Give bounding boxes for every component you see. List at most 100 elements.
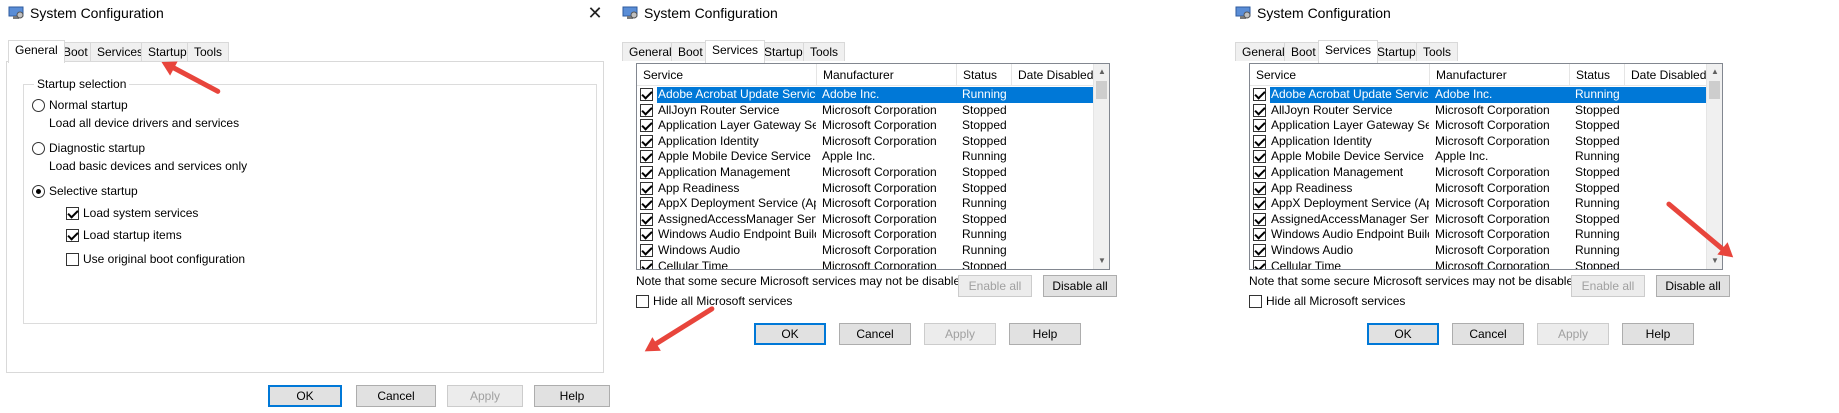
list-item[interactable]: App Readiness Microsoft Corporation Stoppe… (1250, 181, 1706, 197)
apply-button[interactable]: Apply (924, 323, 996, 345)
service-checkbox[interactable] (640, 165, 653, 179)
list-item[interactable]: Adobe Acrobat Update Service Adobe Inc. Ru… (1250, 87, 1706, 103)
list-item[interactable]: Application Management Microsoft Corporat… (1250, 165, 1706, 181)
tab-tools[interactable]: Tools (1416, 42, 1459, 62)
scroll-thumb[interactable] (1096, 81, 1107, 99)
service-checkbox[interactable] (640, 150, 653, 164)
enable-all-button[interactable]: Enable all (958, 275, 1032, 297)
scroll-down-icon[interactable]: ▼ (1094, 253, 1109, 269)
ok-button[interactable]: OK (268, 385, 342, 407)
ok-button[interactable]: OK (754, 323, 826, 345)
hide-microsoft-services-checkbox[interactable] (636, 295, 649, 308)
service-checkbox[interactable] (640, 197, 653, 211)
use-original-boot-label[interactable]: Use original boot configuration (83, 252, 245, 266)
list-item[interactable]: Adobe Acrobat Update Service Adobe Inc. Ru… (637, 87, 1093, 103)
help-button[interactable]: Help (1622, 323, 1694, 345)
list-item[interactable]: Windows Audio Microsoft Corporation Runnin… (637, 243, 1093, 259)
service-checkbox[interactable] (1253, 181, 1266, 195)
service-checkbox[interactable] (640, 259, 653, 269)
tab-boot[interactable]: Boot (1284, 42, 1323, 62)
service-checkbox[interactable] (640, 88, 653, 101)
service-checkbox[interactable] (1253, 259, 1266, 269)
list-item[interactable]: Windows Audio Endpoint Builder Microsoft … (1250, 227, 1706, 243)
cancel-button[interactable]: Cancel (839, 323, 911, 345)
tab-services[interactable]: Services (705, 40, 766, 63)
apply-button[interactable]: Apply (447, 385, 523, 407)
diagnostic-startup-label[interactable]: Diagnostic startup (49, 141, 145, 155)
use-original-boot-checkbox[interactable] (66, 253, 79, 266)
cancel-button[interactable]: Cancel (1452, 323, 1524, 345)
column-header-status[interactable]: Status (1570, 64, 1625, 86)
apply-button[interactable]: Apply (1537, 323, 1609, 345)
close-icon[interactable]: ✕ (584, 3, 606, 25)
service-checkbox[interactable] (1253, 212, 1266, 226)
services-list[interactable]: Service Manufacturer Status Date Disable… (636, 63, 1110, 270)
list-item[interactable]: AssignedAccessManager Service Microsoft C… (637, 212, 1093, 228)
selective-startup-radio[interactable] (32, 185, 45, 198)
list-item[interactable]: Apple Mobile Device Service Apple Inc. Run… (637, 149, 1093, 165)
service-checkbox[interactable] (640, 228, 653, 242)
service-checkbox[interactable] (640, 103, 653, 117)
enable-all-button[interactable]: Enable all (1571, 275, 1645, 297)
help-button[interactable]: Help (534, 385, 610, 407)
list-item[interactable]: App Readiness Microsoft Corporation Stoppe… (637, 181, 1093, 197)
list-item[interactable]: AppX Deployment Service (AppX... Microsof… (1250, 196, 1706, 212)
column-header-manufacturer[interactable]: Manufacturer (1430, 64, 1570, 86)
help-button[interactable]: Help (1009, 323, 1081, 345)
service-checkbox[interactable] (1253, 243, 1266, 257)
service-checkbox[interactable] (1253, 228, 1266, 242)
vertical-scrollbar[interactable]: ▲ ▼ (1093, 64, 1109, 269)
ok-button[interactable]: OK (1367, 323, 1439, 345)
list-item[interactable]: Application Management Microsoft Corporat… (637, 165, 1093, 181)
column-header-status[interactable]: Status (957, 64, 1012, 86)
tab-tools[interactable]: Tools (187, 42, 230, 62)
disable-all-button[interactable]: Disable all (1043, 275, 1117, 297)
list-item[interactable]: Apple Mobile Device Service Apple Inc. Run… (1250, 149, 1706, 165)
hide-microsoft-services-checkbox[interactable] (1249, 295, 1262, 308)
load-startup-items-checkbox[interactable] (66, 229, 79, 242)
column-header-service[interactable]: Service (1250, 64, 1430, 86)
list-item[interactable]: Windows Audio Microsoft Corporation Runnin… (1250, 243, 1706, 259)
service-checkbox[interactable] (1253, 150, 1266, 164)
scroll-up-icon[interactable]: ▲ (1707, 64, 1722, 80)
scroll-up-icon[interactable]: ▲ (1094, 64, 1109, 80)
cancel-button[interactable]: Cancel (356, 385, 436, 407)
normal-startup-radio[interactable] (32, 99, 45, 112)
hide-microsoft-services-label[interactable]: Hide all Microsoft services (653, 294, 792, 308)
service-checkbox[interactable] (1253, 119, 1266, 133)
service-checkbox[interactable] (1253, 103, 1266, 117)
list-item[interactable]: AllJoyn Router Service Microsoft Corporat… (1250, 103, 1706, 119)
selective-startup-label[interactable]: Selective startup (49, 184, 138, 198)
service-checkbox[interactable] (640, 243, 653, 257)
tab-general[interactable]: General (8, 40, 65, 63)
service-checkbox[interactable] (1253, 134, 1266, 148)
diagnostic-startup-radio[interactable] (32, 142, 45, 155)
disable-all-button[interactable]: Disable all (1656, 275, 1730, 297)
tab-boot[interactable]: Boot (671, 42, 710, 62)
column-header-date-disabled[interactable]: Date Disabled (1012, 64, 1095, 86)
list-item[interactable]: Application Layer Gateway Service Microso… (637, 118, 1093, 134)
load-system-services-label[interactable]: Load system services (83, 206, 198, 220)
list-item[interactable]: AppX Deployment Service (AppX... Microsof… (637, 196, 1093, 212)
hide-microsoft-services-label[interactable]: Hide all Microsoft services (1266, 294, 1405, 308)
list-item[interactable]: Application Identity Microsoft Corporatio… (1250, 134, 1706, 150)
service-checkbox[interactable] (640, 212, 653, 226)
column-header-date-disabled[interactable]: Date Disabled (1625, 64, 1708, 86)
list-item[interactable]: Cellular Time Microsoft Corporation Stoppe… (637, 259, 1093, 269)
list-item[interactable]: Application Layer Gateway Service Microso… (1250, 118, 1706, 134)
list-item[interactable]: Application Identity Microsoft Corporatio… (637, 134, 1093, 150)
load-startup-items-label[interactable]: Load startup items (83, 228, 182, 242)
list-item[interactable]: Windows Audio Endpoint Builder Microsoft … (637, 227, 1093, 243)
column-header-manufacturer[interactable]: Manufacturer (817, 64, 957, 86)
service-checkbox[interactable] (640, 134, 653, 148)
service-checkbox[interactable] (1253, 165, 1266, 179)
scroll-thumb[interactable] (1709, 81, 1720, 99)
service-checkbox[interactable] (1253, 197, 1266, 211)
service-checkbox[interactable] (640, 181, 653, 195)
normal-startup-label[interactable]: Normal startup (49, 98, 128, 112)
service-checkbox[interactable] (1253, 88, 1266, 101)
load-system-services-checkbox[interactable] (66, 207, 79, 220)
services-list[interactable]: Service Manufacturer Status Date Disable… (1249, 63, 1723, 270)
list-item[interactable]: AssignedAccessManager Service Microsoft C… (1250, 212, 1706, 228)
tab-tools[interactable]: Tools (803, 42, 846, 62)
